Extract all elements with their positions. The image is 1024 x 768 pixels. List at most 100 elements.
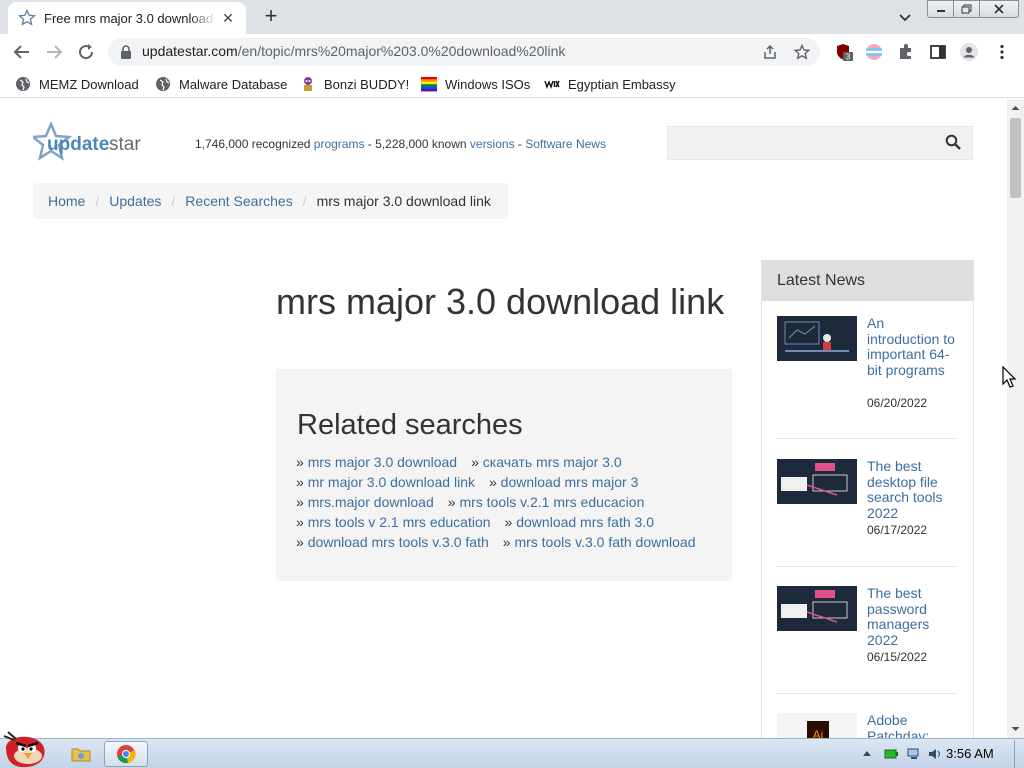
start-button-angry-bird-icon[interactable]	[2, 730, 50, 768]
related-searches-panel: Related searches » mrs major 3.0 downloa…	[276, 369, 732, 581]
browser-tab[interactable]: Free mrs major 3.0 download l ✕	[8, 2, 246, 34]
breadcrumb-separator: /	[302, 193, 307, 209]
globe-icon	[156, 77, 170, 91]
bullet: »	[296, 514, 304, 530]
tab-close-icon[interactable]: ✕	[220, 10, 236, 27]
taskbar-clock[interactable]: 3:56 AM	[946, 746, 994, 761]
news-title[interactable]: The best desktop file search tools 2022	[867, 458, 957, 521]
ublock-shield-icon[interactable]: 3	[835, 43, 853, 61]
flag-extension-icon[interactable]	[865, 43, 883, 61]
profile-avatar-icon[interactable]	[960, 43, 978, 61]
related-row: » mrs tools v 2.1 mrs education» downloa…	[296, 514, 654, 530]
extensions-puzzle-icon[interactable]	[897, 43, 915, 61]
news-title[interactable]: An introduction to important 64-bit prog…	[867, 315, 957, 378]
taskbar-chrome[interactable]	[104, 741, 148, 767]
related-link[interactable]: download mrs fath 3.0	[516, 514, 654, 530]
related-link[interactable]: download mrs major 3	[501, 474, 639, 490]
minimize-icon	[937, 10, 945, 12]
bullet: »	[447, 494, 456, 510]
breadcrumb-updates[interactable]: Updates	[109, 193, 161, 209]
programs-link[interactable]: programs	[314, 137, 365, 151]
bullet: »	[296, 534, 304, 550]
breadcrumb: Home / Updates / Recent Searches / mrs m…	[33, 183, 508, 219]
bookmark-egyptian-embassy[interactable]: Egyptian Embassy	[544, 76, 676, 92]
tab-title: Free mrs major 3.0 download l	[44, 10, 216, 26]
breadcrumb-current: mrs major 3.0 download link	[316, 193, 491, 209]
taskbar-file-explorer[interactable]	[59, 741, 103, 767]
window-close-button[interactable]	[979, 0, 1019, 18]
stats-separator: -	[364, 137, 376, 151]
versions-link[interactable]: versions	[470, 137, 515, 151]
side-panel-icon[interactable]	[929, 43, 947, 61]
bookmark-star-icon[interactable]	[794, 44, 810, 60]
chrome-icon	[117, 745, 136, 764]
scroll-down-arrow-icon[interactable]	[1010, 724, 1021, 734]
restore-icon	[961, 4, 972, 14]
mouse-cursor-icon	[1002, 366, 1017, 388]
related-row: » mrs.major download» mrs tools v.2.1 mr…	[296, 494, 644, 510]
folder-icon	[71, 748, 91, 762]
news-date: 06/17/2022	[867, 523, 928, 537]
related-link[interactable]: mrs.major download	[308, 494, 434, 510]
scroll-up-arrow-icon[interactable]	[1010, 103, 1021, 113]
scrollbar-thumb[interactable]	[1010, 118, 1021, 198]
site-search-input[interactable]	[668, 127, 928, 159]
bookmark-malware-database[interactable]: Malware Database	[155, 76, 287, 92]
reload-icon[interactable]	[76, 42, 96, 62]
back-arrow-icon[interactable]	[12, 42, 32, 62]
breadcrumb-separator: /	[171, 193, 176, 209]
logo-text-update: update	[47, 134, 109, 155]
window-minimize-button[interactable]	[927, 0, 955, 18]
battery-icon[interactable]	[884, 747, 898, 761]
tab-search-chevron-icon[interactable]	[896, 8, 914, 26]
related-row: » download mrs tools v.3.0 fath» mrs too…	[296, 534, 696, 550]
network-icon[interactable]	[907, 747, 921, 761]
site-stats: 1,746,000 recognized programs - 5,228,00…	[195, 137, 606, 151]
lock-icon[interactable]	[120, 45, 132, 59]
news-divider	[777, 566, 957, 567]
news-date: 06/15/2022	[867, 650, 928, 664]
latest-news-panel: Latest News An introduction to important…	[761, 260, 974, 768]
tray-expand-arrow-icon[interactable]	[860, 747, 874, 761]
related-link[interactable]: mrs tools v.3.0 fath download	[514, 534, 695, 550]
related-link[interactable]: mrs tools v 2.1 mrs education	[308, 514, 491, 530]
breadcrumb-home[interactable]: Home	[48, 193, 85, 209]
stats-separator: -	[514, 137, 526, 151]
bookmark-memz-download[interactable]: MEMZ Download	[15, 76, 139, 92]
related-link[interactable]: download mrs tools v.3.0 fath	[308, 534, 489, 550]
browser-menu-icon[interactable]	[993, 43, 1011, 61]
share-icon[interactable]	[762, 44, 778, 60]
news-title[interactable]: The best password managers 2022	[867, 585, 957, 648]
news-thumbnail-image[interactable]	[777, 586, 857, 631]
related-link[interactable]: mrs tools v.2.1 mrs educacion	[459, 494, 644, 510]
breadcrumb-separator: /	[95, 193, 100, 209]
bullet: »	[296, 454, 304, 470]
related-row: » mr major 3.0 download link» download m…	[296, 474, 638, 490]
bookmark-label: Windows ISOs	[445, 76, 531, 92]
window-restore-button[interactable]	[953, 0, 981, 18]
breadcrumb-recent-searches[interactable]: Recent Searches	[185, 193, 292, 209]
related-row: » mrs major 3.0 download» скачать mrs ma…	[296, 454, 622, 470]
bookmark-label: Bonzi BUDDY!	[324, 76, 410, 92]
search-icon[interactable]	[945, 134, 961, 150]
new-tab-button[interactable]: +	[260, 5, 282, 28]
software-news-link[interactable]: Software News	[525, 137, 606, 151]
forward-arrow-icon[interactable]	[44, 42, 64, 62]
related-link[interactable]: mr major 3.0 download link	[308, 474, 475, 490]
bonzi-icon	[304, 77, 312, 91]
news-thumbnail-image[interactable]	[777, 316, 857, 361]
wix-icon	[544, 80, 560, 90]
recognized-count: 1,746,000 recognized	[195, 137, 311, 151]
show-desktop-button[interactable]	[1014, 740, 1024, 768]
bullet: »	[471, 454, 479, 470]
bookmark-windows-isos[interactable]: Windows ISOs	[421, 76, 530, 92]
url-host: updatestar.com	[142, 43, 238, 59]
related-link[interactable]: mrs major 3.0 download	[308, 454, 457, 470]
bookmark-bonzi-buddy[interactable]: Bonzi BUDDY!	[300, 76, 409, 92]
url-text[interactable]: updatestar.com/en/topic/mrs%20major%203.…	[142, 43, 565, 59]
volume-icon[interactable]	[928, 747, 942, 761]
news-thumbnail-image[interactable]	[777, 459, 857, 504]
updatestar-logo[interactable]: update star	[33, 122, 153, 166]
bookmark-label: Egyptian Embassy	[568, 76, 676, 92]
related-link[interactable]: скачать mrs major 3.0	[483, 454, 622, 470]
